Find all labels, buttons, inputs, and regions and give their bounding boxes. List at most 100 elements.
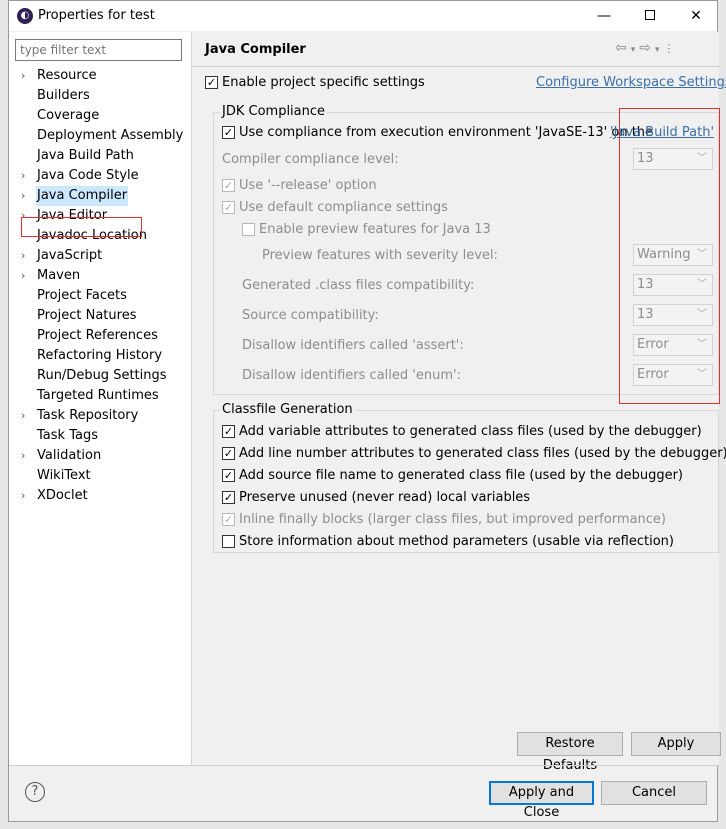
tree-item-label: Builders bbox=[37, 88, 90, 103]
variable-attributes-checkbox[interactable]: ✓ Add variable attributes to generated c… bbox=[222, 424, 702, 439]
tree-item-label: WikiText bbox=[37, 468, 91, 483]
settings-pane: Java Compiler ⇦▾⇨▾⋮ ✓ Enable project spe… bbox=[193, 32, 726, 773]
enum-label: Disallow identifiers called 'enum': bbox=[242, 368, 461, 383]
expand-arrow-icon[interactable]: › bbox=[21, 486, 25, 506]
more-icon[interactable]: ⋮ bbox=[664, 42, 679, 55]
compliance-level-label: Compiler compliance level: bbox=[222, 152, 399, 167]
tree-item-label: Coverage bbox=[37, 108, 100, 123]
enable-preview-checkbox[interactable]: Enable preview features for Java 13 bbox=[242, 222, 491, 237]
forward-icon[interactable]: ⇨ bbox=[639, 40, 655, 56]
tree-item[interactable]: Deployment Assembly bbox=[9, 126, 192, 146]
header-divider bbox=[193, 66, 719, 67]
checkbox-mark: ✓ bbox=[222, 513, 235, 526]
checkbox-label: Add source file name to generated class … bbox=[239, 468, 683, 483]
release-option-checkbox[interactable]: ✓ Use '--release' option bbox=[222, 178, 377, 193]
preview-severity-label: Preview features with severity level: bbox=[262, 248, 498, 263]
group-title: Classfile Generation bbox=[220, 402, 355, 417]
tree-item[interactable]: Java Build Path bbox=[9, 146, 192, 166]
tree-item-label: Project References bbox=[37, 328, 158, 343]
tree-item-label: Task Repository bbox=[37, 408, 139, 423]
restore-defaults-button[interactable]: Restore Defaults bbox=[517, 732, 623, 773]
tree-item[interactable]: › Resource bbox=[9, 66, 192, 86]
tree-item[interactable]: Project References bbox=[9, 326, 192, 346]
source-compat-label: Source compatibility: bbox=[242, 308, 379, 323]
expand-arrow-icon[interactable]: › bbox=[21, 266, 25, 286]
maximize-button[interactable] bbox=[627, 1, 673, 31]
forward-menu-icon[interactable]: ▾ bbox=[655, 45, 664, 55]
checkbox-mark: ✓ bbox=[222, 425, 235, 438]
configure-workspace-link[interactable]: Configure Workspace Settings... bbox=[536, 75, 726, 90]
expand-arrow-icon[interactable]: › bbox=[21, 246, 25, 266]
class-compat-label: Generated .class files compatibility: bbox=[242, 278, 475, 293]
tree-item[interactable]: Run/Debug Settings bbox=[9, 366, 192, 386]
expand-arrow-icon[interactable]: › bbox=[21, 166, 25, 186]
tree-item[interactable]: Builders bbox=[9, 86, 192, 106]
selection-highlight-box bbox=[21, 217, 142, 237]
tree-item-label: Task Tags bbox=[37, 428, 98, 443]
use-env-compliance-checkbox[interactable]: ✓ Use compliance from execution environm… bbox=[222, 125, 653, 140]
default-compliance-checkbox[interactable]: ✓ Use default compliance settings bbox=[222, 200, 448, 215]
expand-arrow-icon[interactable]: › bbox=[21, 406, 25, 426]
category-tree: › Resource Builders Coverage Deployment Asse… bbox=[9, 66, 192, 506]
tree-item[interactable]: › Java Compiler bbox=[9, 186, 192, 206]
checkbox-mark: ✓ bbox=[222, 491, 235, 504]
help-icon[interactable]: ? bbox=[25, 782, 45, 802]
checkbox-mark: ✓ bbox=[222, 201, 235, 214]
checkbox-label: Add line number attributes to generated … bbox=[239, 446, 726, 461]
checkbox-label: Use compliance from execution environmen… bbox=[239, 125, 654, 140]
properties-dialog: ◐ Properties for test — ✕ › Resource Build… bbox=[8, 0, 726, 822]
apply-button[interactable]: Apply bbox=[631, 732, 721, 756]
tree-item[interactable]: WikiText bbox=[9, 466, 192, 486]
tree-item[interactable]: Targeted Runtimes bbox=[9, 386, 192, 406]
checkbox-label: Enable project specific settings bbox=[222, 75, 425, 90]
tree-item-label: Maven bbox=[37, 268, 81, 283]
tree-item-label: Refactoring History bbox=[37, 348, 163, 363]
tree-item[interactable]: › Task Repository bbox=[9, 406, 192, 426]
tree-item-label: JavaScript bbox=[37, 248, 103, 263]
tree-item-label: Targeted Runtimes bbox=[37, 388, 159, 403]
filter-input[interactable] bbox=[15, 39, 182, 61]
tree-item[interactable]: › Validation bbox=[9, 446, 192, 466]
tree-item[interactable]: Project Natures bbox=[9, 306, 192, 326]
window-title: Properties for test bbox=[38, 8, 155, 23]
checkbox-mark: ✓ bbox=[222, 469, 235, 482]
apply-and-close-button[interactable]: Apply and Close bbox=[489, 781, 594, 820]
expand-arrow-icon[interactable]: › bbox=[21, 186, 25, 206]
minimize-button[interactable]: — bbox=[581, 1, 627, 31]
cancel-button[interactable]: Cancel bbox=[601, 781, 707, 805]
checkbox-mark bbox=[242, 223, 255, 236]
back-icon[interactable]: ⇦ bbox=[615, 40, 631, 56]
tree-item[interactable]: › Maven bbox=[9, 266, 192, 286]
enable-project-settings-checkbox[interactable]: ✓ Enable project specific settings bbox=[205, 75, 425, 90]
inline-finally-checkbox[interactable]: ✓ Inline finally blocks (larger class fi… bbox=[222, 512, 666, 527]
tree-item-label: Resource bbox=[37, 68, 97, 83]
preserve-unused-checkbox[interactable]: ✓ Preserve unused (never read) local var… bbox=[222, 490, 530, 505]
tree-item[interactable]: Coverage bbox=[9, 106, 192, 126]
checkbox-mark: ✓ bbox=[222, 126, 235, 139]
checkbox-mark bbox=[222, 535, 235, 548]
checkbox-mark: ✓ bbox=[222, 179, 235, 192]
store-method-params-checkbox[interactable]: Store information about method parameter… bbox=[222, 534, 674, 549]
source-file-name-checkbox[interactable]: ✓ Add source file name to generated clas… bbox=[222, 468, 683, 483]
tree-item-label: Project Facets bbox=[37, 288, 127, 303]
tree-item-label: Project Natures bbox=[37, 308, 137, 323]
checkbox-mark: ✓ bbox=[205, 76, 218, 89]
tree-item[interactable]: Refactoring History bbox=[9, 346, 192, 366]
tree-item-label: Validation bbox=[37, 448, 102, 463]
tree-item[interactable]: › JavaScript bbox=[9, 246, 192, 266]
tree-item-label: Java Build Path bbox=[37, 148, 134, 163]
close-button[interactable]: ✕ bbox=[673, 1, 719, 31]
footer-divider bbox=[9, 765, 719, 766]
tree-item[interactable]: › Java Code Style bbox=[9, 166, 192, 186]
checkbox-label: Use '--release' option bbox=[239, 178, 377, 193]
category-pane: › Resource Builders Coverage Deployment Asse… bbox=[9, 32, 192, 765]
checkbox-label: Preserve unused (never read) local varia… bbox=[239, 490, 531, 505]
tree-item-label: XDoclet bbox=[37, 488, 88, 503]
expand-arrow-icon[interactable]: › bbox=[21, 446, 25, 466]
tree-item[interactable]: Task Tags bbox=[9, 426, 192, 446]
back-menu-icon[interactable]: ▾ bbox=[631, 45, 640, 55]
expand-arrow-icon[interactable]: › bbox=[21, 66, 25, 86]
tree-item[interactable]: › XDoclet bbox=[9, 486, 192, 506]
tree-item[interactable]: Project Facets bbox=[9, 286, 192, 306]
line-number-attributes-checkbox[interactable]: ✓ Add line number attributes to generate… bbox=[222, 446, 726, 461]
